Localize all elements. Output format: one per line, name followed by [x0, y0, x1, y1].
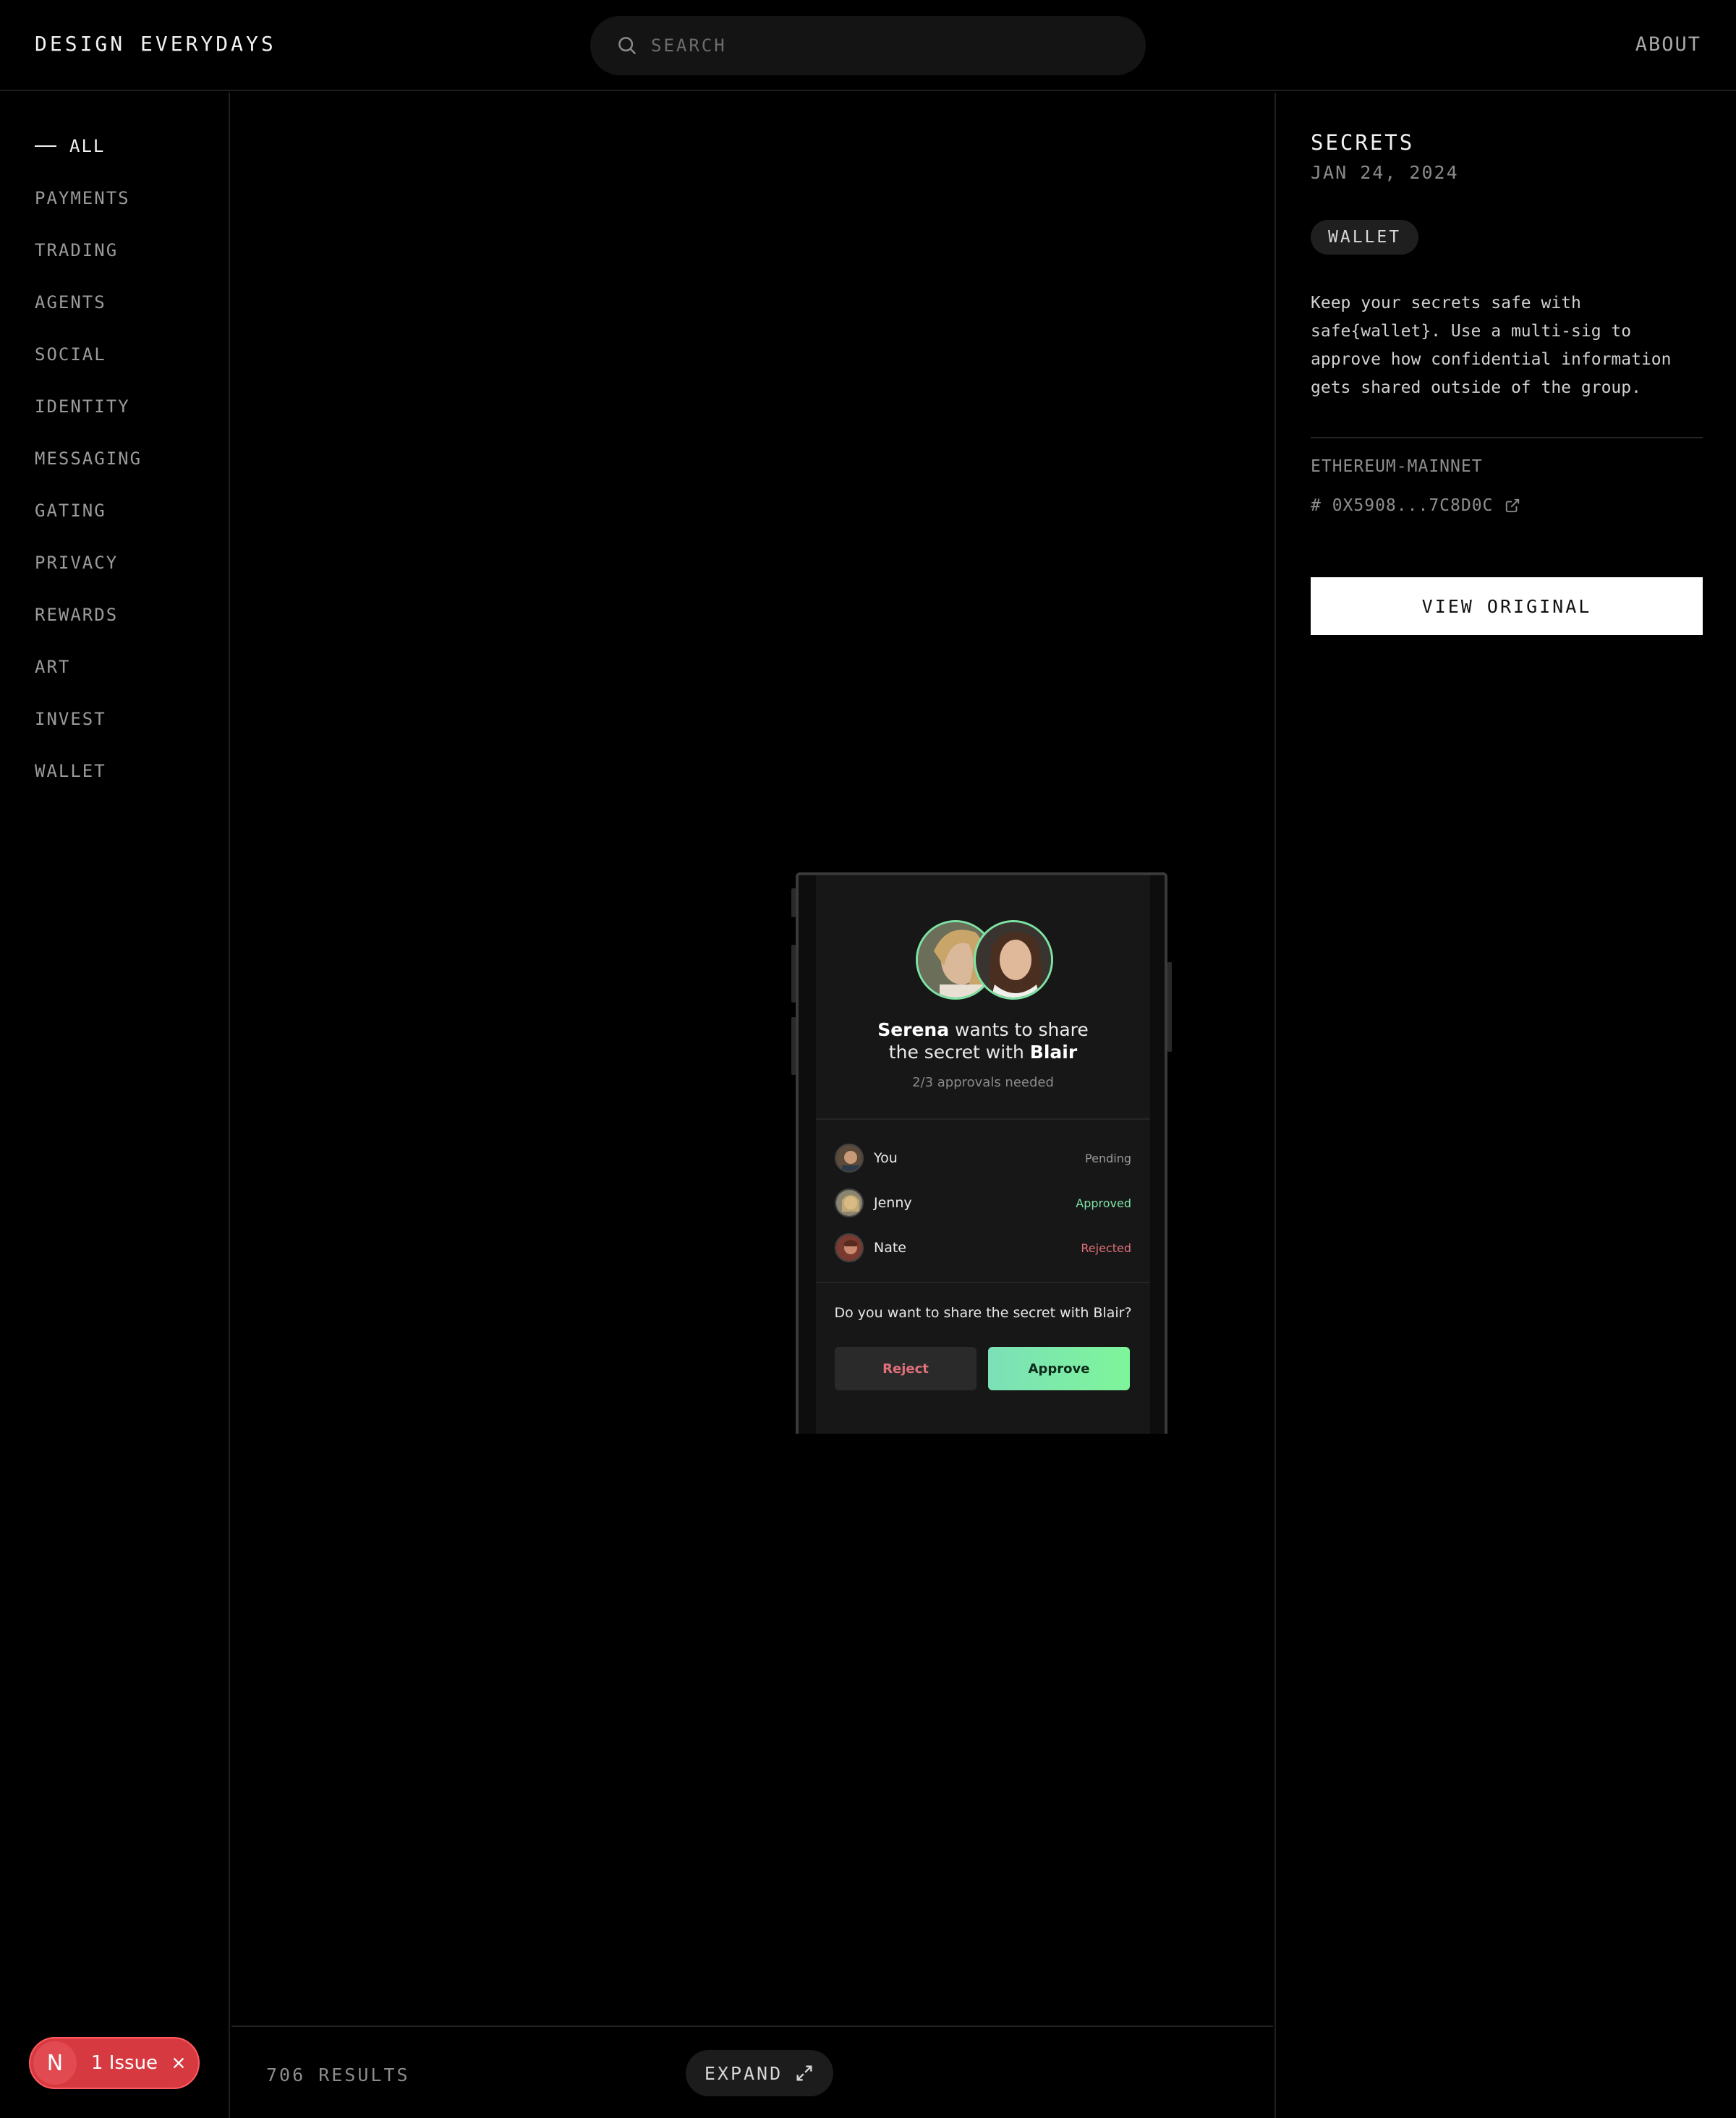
expand-icon	[796, 2065, 812, 2081]
external-link-icon	[1506, 498, 1520, 513]
active-indicator	[35, 145, 56, 147]
item-title: SECRETS	[1311, 130, 1415, 155]
you-avatar	[835, 1144, 864, 1173]
category-sidebar: ALL PAYMENTS TRADING AGENTS SOCIAL IDENT…	[0, 93, 230, 2118]
sidebar-item-art[interactable]: ART	[35, 657, 70, 677]
close-icon[interactable]	[171, 2055, 187, 2071]
sidebar-item-gating[interactable]: GATING	[35, 501, 106, 521]
about-link[interactable]: ABOUT	[1635, 33, 1701, 56]
divider	[816, 1118, 1150, 1120]
expand-button[interactable]: EXPAND	[686, 2050, 833, 2096]
search-icon	[618, 37, 637, 55]
approve-button[interactable]: Approve	[988, 1347, 1130, 1390]
view-original-button[interactable]: VIEW ORIGINAL	[1311, 577, 1703, 635]
sidebar-item-payments[interactable]: PAYMENTS	[35, 188, 130, 208]
approver-status: Rejected	[1081, 1241, 1131, 1255]
results-count: 706 RESULTS	[266, 2064, 410, 2085]
top-header: DESIGN EVERYDAYS ABOUT	[0, 0, 1736, 91]
contract-hash-link[interactable]: # 0X5908...7C8D0C	[1311, 496, 1520, 515]
sidebar-item-all[interactable]: ALL	[35, 136, 105, 156]
item-date: JAN 24, 2024	[1311, 162, 1459, 183]
requester-name: Serena	[877, 1019, 950, 1040]
issue-count-label: 1 Issue	[91, 2052, 158, 2074]
blair-avatar	[974, 920, 1053, 1000]
title-text: the secret with	[888, 1042, 1030, 1063]
jenny-avatar	[835, 1188, 864, 1217]
approver-status: Approved	[1076, 1196, 1131, 1210]
approver-status: Pending	[1085, 1151, 1131, 1165]
share-question: Do you want to share the secret with Bla…	[834, 1305, 1132, 1321]
results-bar: 706 RESULTS EXPAND	[231, 2025, 1273, 2118]
approver-name: Nate	[874, 1240, 906, 1256]
phone-side-button	[791, 1017, 796, 1075]
item-description: Keep your secrets safe with safe{wallet}…	[1311, 294, 1672, 397]
preview-area: Serena wants to share the secret with Bl…	[231, 93, 1273, 2025]
sidebar-item-trading[interactable]: TRADING	[35, 240, 118, 260]
reject-button[interactable]: Reject	[835, 1347, 977, 1390]
divider	[1311, 437, 1703, 438]
search-input[interactable]	[651, 35, 1085, 56]
category-tag[interactable]: WALLET	[1311, 220, 1419, 255]
phone-power-button	[1167, 962, 1172, 1052]
contract-hash: # 0X5908...7C8D0C	[1311, 496, 1494, 515]
approver-row: You Pending	[835, 1143, 1131, 1173]
n-logo-icon: N	[33, 2041, 77, 2085]
divider	[816, 1282, 1150, 1283]
title-text: wants to share	[949, 1019, 1089, 1040]
sidebar-item-invest[interactable]: INVEST	[35, 709, 106, 729]
approver-name: Jenny	[874, 1195, 912, 1211]
phone-screen: Serena wants to share the secret with Bl…	[816, 875, 1150, 1434]
approvals-count: 2/3 approvals needed	[912, 1075, 1054, 1090]
approver-name: You	[874, 1150, 898, 1166]
sidebar-item-label: ALL	[69, 136, 106, 156]
detail-panel: SECRETS JAN 24, 2024 WALLET Keep your se…	[1275, 93, 1736, 2118]
search-bar[interactable]	[590, 16, 1146, 75]
approver-row: Nate Rejected	[835, 1233, 1131, 1263]
approver-row: Jenny Approved	[835, 1188, 1131, 1218]
sidebar-item-privacy[interactable]: PRIVACY	[35, 553, 118, 573]
network-label: ETHEREUM-MAINNET	[1311, 457, 1483, 476]
site-logo[interactable]: DESIGN EVERYDAYS	[35, 32, 276, 56]
issue-badge[interactable]: N 1 Issue	[29, 2037, 200, 2089]
phone-side-button	[791, 888, 796, 917]
sidebar-item-rewards[interactable]: REWARDS	[35, 605, 118, 625]
avatar-pair	[916, 920, 1053, 1001]
expand-label: EXPAND	[704, 2062, 783, 2084]
sidebar-item-agents[interactable]: AGENTS	[35, 292, 106, 312]
sidebar-item-identity[interactable]: IDENTITY	[35, 396, 130, 417]
sidebar-item-wallet[interactable]: WALLET	[35, 761, 106, 781]
phone-side-button	[791, 945, 796, 1003]
phone-mockup: Serena wants to share the secret with Bl…	[791, 872, 1172, 1434]
share-request-title: Serena wants to share the secret with Bl…	[816, 1018, 1150, 1063]
sidebar-item-social[interactable]: SOCIAL	[35, 344, 106, 365]
recipient-name: Blair	[1029, 1042, 1078, 1063]
sidebar-item-messaging[interactable]: MESSAGING	[35, 448, 142, 469]
nate-avatar	[835, 1233, 864, 1262]
